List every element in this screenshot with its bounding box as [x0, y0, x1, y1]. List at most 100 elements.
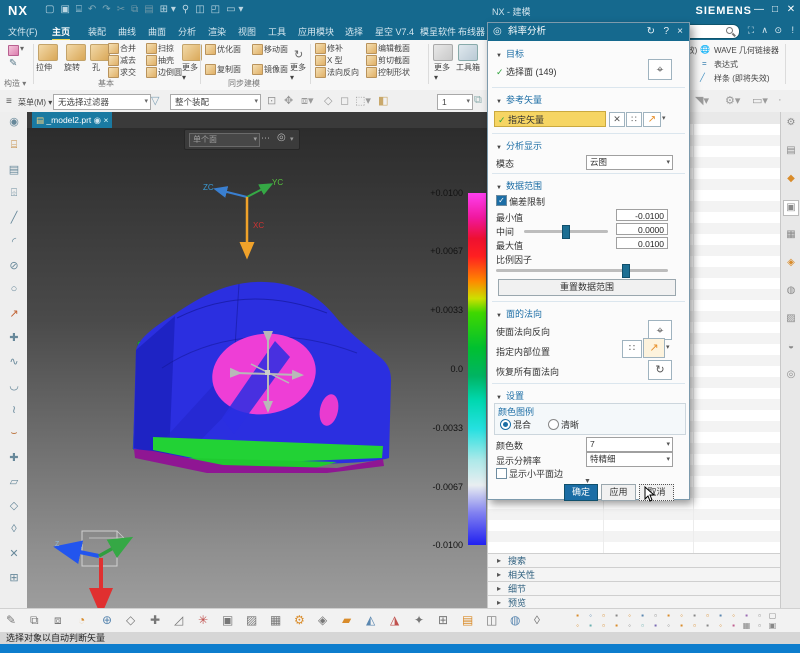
mini-icon[interactable]: ▪	[611, 611, 622, 621]
mini-icon[interactable]: ▪	[637, 611, 648, 621]
edit-section-label[interactable]: 编辑截面	[378, 43, 410, 54]
mini-icon[interactable]: ▫	[598, 611, 609, 621]
section-face-normals[interactable]: ▼面的法向	[496, 307, 542, 320]
spline-curve-icon[interactable]: ∿	[6, 355, 22, 368]
window-icon[interactable]: ◰	[211, 4, 220, 15]
unite-label[interactable]: 合并	[120, 43, 136, 54]
part-navigator-icon[interactable]: ▣	[783, 200, 799, 216]
mirror-face-label[interactable]: 镜像面	[264, 64, 288, 75]
mini-icon[interactable]: ▪	[689, 611, 700, 621]
offset-curve-icon[interactable]: ✚	[6, 451, 22, 464]
pane-details[interactable]: ▸细节	[488, 581, 781, 595]
help-icon[interactable]: ⊙	[774, 25, 782, 36]
clear-vector-button[interactable]: ✕	[609, 112, 625, 127]
apply-button[interactable]: 应用	[601, 484, 636, 501]
optimize-face-icon[interactable]	[205, 44, 216, 55]
mini-icon[interactable]: ▣	[767, 621, 778, 631]
mini-icon[interactable]: ▫	[754, 611, 765, 621]
more-features-icon[interactable]	[182, 44, 202, 61]
mirror-right-icon[interactable]: ◮	[390, 613, 399, 627]
control-shape-icon[interactable]	[366, 67, 377, 78]
dialog-titlebar[interactable]: ◎ 斜率分析 ↻ ? ×	[488, 23, 689, 41]
tab-mold-software[interactable]: 模呈软件	[420, 25, 456, 38]
inferred-vector-button[interactable]: ∷	[626, 112, 642, 127]
grid-snap-icon[interactable]: ⊞	[438, 613, 448, 627]
group-label-basic[interactable]: 基本	[98, 78, 114, 89]
arc-icon[interactable]: ◜	[6, 235, 22, 248]
new-file-icon[interactable]: ▢	[45, 4, 54, 15]
bounded-plane-icon[interactable]: ◈	[318, 613, 327, 627]
point-vector-icon[interactable]: ↗	[6, 307, 22, 320]
mini-icon[interactable]: ▦	[741, 621, 752, 631]
mini-icon[interactable]: ▪	[585, 621, 596, 631]
point-dropdown-arrow[interactable]: ▾	[666, 343, 670, 351]
component-icon[interactable]: ◫	[486, 613, 497, 627]
wave-linker-item[interactable]: 🌐	[700, 45, 710, 54]
constraint-navigator-icon[interactable]: ◆	[784, 172, 798, 186]
shell-label[interactable]: 抽壳	[158, 55, 174, 66]
curve-smile-icon[interactable]: ⌣	[6, 427, 22, 440]
more-dot-icon[interactable]: ·	[778, 94, 782, 106]
face-snap-icon[interactable]: ◔	[78, 613, 85, 627]
copy-face-icon[interactable]	[205, 64, 216, 75]
point-dialog-button[interactable]: ↗	[643, 338, 665, 358]
copy-face-label[interactable]: 复制面	[217, 64, 241, 75]
gear-icon[interactable]: ⚙	[784, 116, 798, 130]
show-hide-icon[interactable]: ◻	[340, 94, 349, 107]
edge-icon[interactable]: ◊	[534, 613, 540, 627]
pane-search[interactable]: ▸搜索	[488, 553, 781, 567]
inferred-point-button[interactable]: ∷	[622, 340, 642, 358]
copy-icon[interactable]: ⧉	[131, 4, 138, 15]
mini-icon[interactable]: ▪	[728, 621, 739, 631]
synchronous-more-label[interactable]: 更多▾	[290, 62, 306, 82]
hamburger-icon[interactable]: ≡	[6, 96, 12, 107]
snap-point-icon[interactable]: ⊡	[267, 94, 276, 107]
scale-factor-slider[interactable]	[496, 269, 668, 272]
mirror-left-icon[interactable]: ◭	[366, 613, 375, 627]
close-button[interactable]: ✕	[784, 4, 798, 15]
touch-mode-icon[interactable]: ◫	[195, 4, 204, 15]
edge-blend-icon[interactable]	[146, 67, 157, 78]
reverse-normal-icon[interactable]	[315, 67, 326, 78]
mini-icon[interactable]: ▪	[650, 621, 661, 631]
quadrant-snap-icon[interactable]: ▨	[246, 613, 257, 627]
graphics-viewport[interactable]: 单个面▾ ⋯ ◎ ▾ ZC YC XC	[27, 128, 487, 608]
polygon-icon[interactable]: ◇	[6, 499, 22, 512]
tab-model2-prt[interactable]: ▤ _model2.prt ◉ ×	[32, 112, 112, 128]
mini-icon[interactable]: ▪	[676, 621, 687, 631]
subtract-label[interactable]: 减去	[120, 55, 136, 66]
cut-icon[interactable]: ✂	[117, 4, 125, 15]
move-face-label[interactable]: 移动面	[264, 44, 288, 55]
view-orient-icon[interactable]: ⬚▾	[355, 94, 371, 107]
wave-linker-label[interactable]: WAVE 几何链接器	[714, 45, 779, 56]
subtract-icon[interactable]	[108, 55, 119, 66]
facet-edges-checkbox[interactable]	[496, 468, 507, 479]
mid-slider-thumb[interactable]	[562, 225, 570, 239]
reverse-normal-button[interactable]: ⌖	[648, 320, 672, 340]
corner-snap-icon[interactable]: ◿	[174, 613, 183, 627]
studio-spline-icon[interactable]: ≀	[6, 403, 22, 416]
tab-selection[interactable]: 选择	[345, 25, 363, 38]
hd3d-tools-icon[interactable]: ◈	[784, 256, 798, 270]
tab-home[interactable]: 主页	[52, 25, 70, 41]
command-finder-icon[interactable]: ⚲	[182, 4, 189, 15]
line-icon[interactable]: ╱	[6, 211, 22, 224]
intersect-icon[interactable]	[108, 67, 119, 78]
oval-icon[interactable]: ◊	[6, 523, 22, 535]
web-browser-icon[interactable]: ◍	[784, 284, 798, 298]
spline-label[interactable]: 样条 (即将失效)	[714, 73, 770, 84]
edge-blend-label[interactable]: 边倒圆	[158, 67, 182, 78]
tab-assembly[interactable]: 装配	[88, 25, 106, 38]
mini-icon[interactable]: ◦	[676, 611, 687, 621]
datum-plane-icon[interactable]: ⧉	[30, 613, 39, 628]
vector-dialog-button[interactable]: ↗	[643, 112, 661, 127]
section-data-range[interactable]: ▼数据范围	[496, 179, 542, 192]
patch-icon[interactable]	[315, 43, 326, 54]
max-value-field[interactable]: 0.0100	[616, 237, 668, 249]
mirror-face-icon[interactable]	[252, 64, 263, 75]
ellipse-icon[interactable]: ○	[6, 283, 22, 295]
windows-menu-icon[interactable]: ▭ ▾	[226, 4, 243, 15]
revolve-label[interactable]: 旋转	[64, 62, 80, 73]
mini-icon[interactable]: ◦	[715, 621, 726, 631]
section-reference-vector[interactable]: ▼参考矢量	[496, 93, 542, 106]
